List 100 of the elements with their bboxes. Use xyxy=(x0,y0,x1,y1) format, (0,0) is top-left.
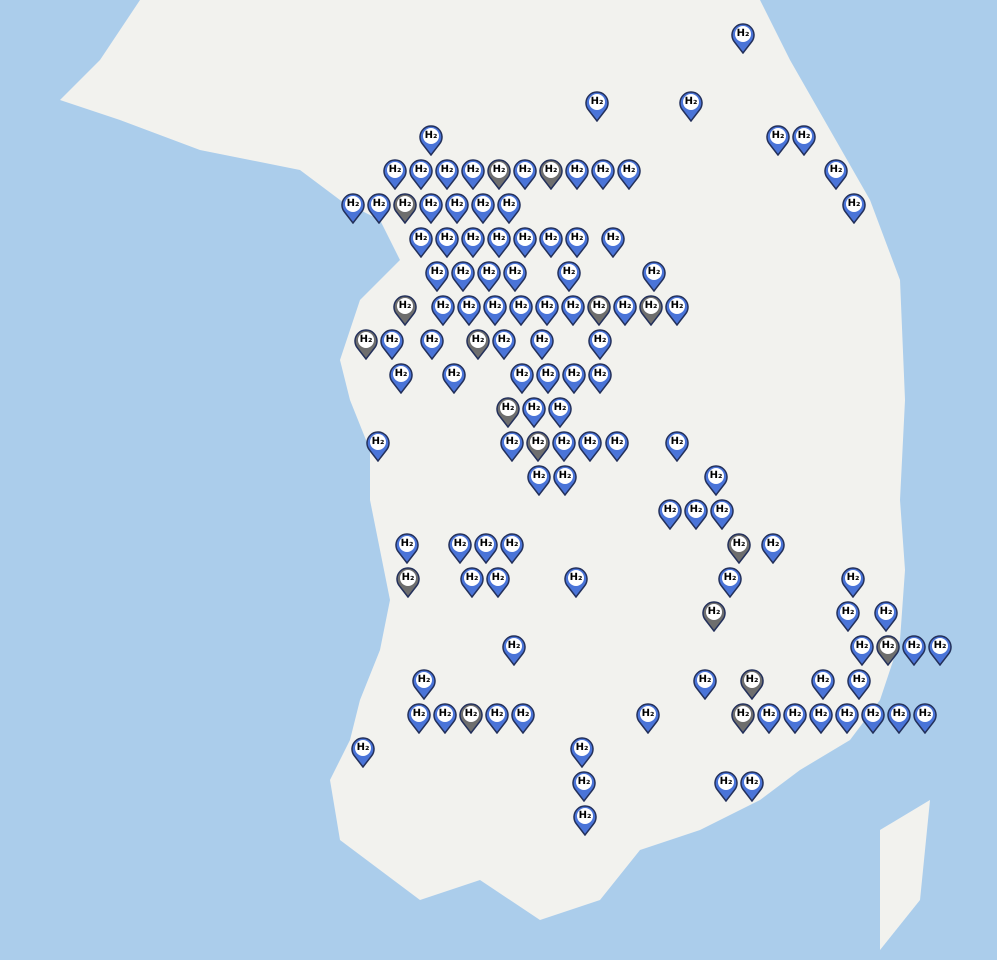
hydrogen-station-pin[interactable]: H₂ xyxy=(557,260,581,292)
hydrogen-station-pin[interactable]: H₂ xyxy=(710,498,734,530)
hydrogen-station-pin[interactable]: H₂ xyxy=(351,736,375,768)
hydrogen-station-pin[interactable]: H₂ xyxy=(636,702,660,734)
hydrogen-station-pin[interactable]: H₂ xyxy=(548,396,572,428)
hydrogen-station-pin[interactable]: H₂ xyxy=(412,668,436,700)
hydrogen-station-pin[interactable]: H₂ xyxy=(354,328,378,360)
hydrogen-station-pin[interactable]: H₂ xyxy=(396,566,420,598)
hydrogen-station-pin[interactable]: H₂ xyxy=(561,294,585,326)
hydrogen-station-pin[interactable]: H₂ xyxy=(578,430,602,462)
hydrogen-station-pin[interactable]: H₂ xyxy=(539,226,563,258)
hydrogen-station-pin[interactable]: H₂ xyxy=(761,532,785,564)
hydrogen-station-pin[interactable]: H₂ xyxy=(395,532,419,564)
hydrogen-station-pin[interactable]: H₂ xyxy=(861,702,885,734)
hydrogen-station-pin[interactable]: H₂ xyxy=(466,328,490,360)
hydrogen-station-pin[interactable]: H₂ xyxy=(718,566,742,598)
hydrogen-station-pin[interactable]: H₂ xyxy=(474,532,498,564)
hydrogen-station-pin[interactable]: H₂ xyxy=(409,158,433,190)
hydrogen-station-pin[interactable]: H₂ xyxy=(502,634,526,666)
hydrogen-station-pin[interactable]: H₂ xyxy=(460,566,484,598)
hydrogen-station-pin[interactable]: H₂ xyxy=(393,294,417,326)
hydrogen-station-pin[interactable]: H₂ xyxy=(419,192,443,224)
hydrogen-station-pin[interactable]: H₂ xyxy=(461,226,485,258)
hydrogen-station-pin[interactable]: H₂ xyxy=(847,668,871,700)
hydrogen-station-pin[interactable]: H₂ xyxy=(492,328,516,360)
hydrogen-station-pin[interactable]: H₂ xyxy=(835,702,859,734)
hydrogen-station-pin[interactable]: H₂ xyxy=(613,294,637,326)
hydrogen-station-pin[interactable]: H₂ xyxy=(783,702,807,734)
hydrogen-station-pin[interactable]: H₂ xyxy=(431,294,455,326)
hydrogen-station-pin[interactable]: H₂ xyxy=(605,430,629,462)
hydrogen-station-pin[interactable]: H₂ xyxy=(887,702,911,734)
hydrogen-station-pin[interactable]: H₂ xyxy=(693,668,717,700)
hydrogen-station-pin[interactable]: H₂ xyxy=(824,158,848,190)
hydrogen-station-pin[interactable]: H₂ xyxy=(809,702,833,734)
hydrogen-station-pin[interactable]: H₂ xyxy=(435,226,459,258)
hydrogen-station-pin[interactable]: H₂ xyxy=(564,566,588,598)
hydrogen-station-pin[interactable]: H₂ xyxy=(535,294,559,326)
hydrogen-station-pin[interactable]: H₂ xyxy=(497,192,521,224)
hydrogen-station-pin[interactable]: H₂ xyxy=(366,430,390,462)
hydrogen-station-pin[interactable]: H₂ xyxy=(642,260,666,292)
hydrogen-station-pin[interactable]: H₂ xyxy=(380,328,404,360)
hydrogen-station-pin[interactable]: H₂ xyxy=(588,328,612,360)
hydrogen-station-pin[interactable]: H₂ xyxy=(617,158,641,190)
hydrogen-station-pin[interactable]: H₂ xyxy=(553,464,577,496)
hydrogen-station-pin[interactable]: H₂ xyxy=(570,736,594,768)
hydrogen-station-pin[interactable]: H₂ xyxy=(565,158,589,190)
hydrogen-station-pin[interactable]: H₂ xyxy=(383,158,407,190)
hydrogen-station-pin[interactable]: H₂ xyxy=(471,192,495,224)
hydrogen-station-pin[interactable]: H₂ xyxy=(500,430,524,462)
hydrogen-station-pin[interactable]: H₂ xyxy=(792,124,816,156)
hydrogen-station-pin[interactable]: H₂ xyxy=(714,770,738,802)
hydrogen-station-pin[interactable]: H₂ xyxy=(457,294,481,326)
hydrogen-station-pin[interactable]: H₂ xyxy=(477,260,501,292)
hydrogen-station-pin[interactable]: H₂ xyxy=(530,328,554,360)
hydrogen-station-pin[interactable]: H₂ xyxy=(874,600,898,632)
hydrogen-station-pin[interactable]: H₂ xyxy=(757,702,781,734)
hydrogen-station-pin[interactable]: H₂ xyxy=(876,634,900,666)
hydrogen-station-pin[interactable]: H₂ xyxy=(442,362,466,394)
hydrogen-station-pin[interactable]: H₂ xyxy=(811,668,835,700)
hydrogen-station-pin[interactable]: H₂ xyxy=(513,158,537,190)
hydrogen-station-pin[interactable]: H₂ xyxy=(510,362,534,394)
hydrogen-station-pin[interactable]: H₂ xyxy=(435,158,459,190)
hydrogen-station-pin[interactable]: H₂ xyxy=(740,770,764,802)
hydrogen-station-pin[interactable]: H₂ xyxy=(341,192,365,224)
hydrogen-station-pin[interactable]: H₂ xyxy=(639,294,663,326)
hydrogen-station-pin[interactable]: H₂ xyxy=(684,498,708,530)
hydrogen-station-pin[interactable]: H₂ xyxy=(420,328,444,360)
hydrogen-station-pin[interactable]: H₂ xyxy=(665,430,689,462)
hydrogen-station-pin[interactable]: H₂ xyxy=(679,90,703,122)
hydrogen-station-pin[interactable]: H₂ xyxy=(850,634,874,666)
hydrogen-station-pin[interactable]: H₂ xyxy=(409,226,433,258)
hydrogen-station-pin[interactable]: H₂ xyxy=(562,362,586,394)
hydrogen-station-pin[interactable]: H₂ xyxy=(522,396,546,428)
hydrogen-station-pin[interactable]: H₂ xyxy=(658,498,682,530)
hydrogen-station-pin[interactable]: H₂ xyxy=(585,90,609,122)
hydrogen-station-pin[interactable]: H₂ xyxy=(526,430,550,462)
hydrogen-station-pin[interactable]: H₂ xyxy=(407,702,431,734)
hydrogen-station-pin[interactable]: H₂ xyxy=(419,124,443,156)
hydrogen-station-pin[interactable]: H₂ xyxy=(731,702,755,734)
hydrogen-station-pin[interactable]: H₂ xyxy=(572,770,596,802)
hydrogen-station-pin[interactable]: H₂ xyxy=(500,532,524,564)
hydrogen-station-pin[interactable]: H₂ xyxy=(445,192,469,224)
hydrogen-station-pin[interactable]: H₂ xyxy=(740,668,764,700)
hydrogen-station-pin[interactable]: H₂ xyxy=(702,600,726,632)
hydrogen-station-pin[interactable]: H₂ xyxy=(487,226,511,258)
hydrogen-station-pin[interactable]: H₂ xyxy=(393,192,417,224)
hydrogen-station-pin[interactable]: H₂ xyxy=(727,532,751,564)
hydrogen-station-pin[interactable]: H₂ xyxy=(536,362,560,394)
hydrogen-station-pin[interactable]: H₂ xyxy=(539,158,563,190)
hydrogen-station-pin[interactable]: H₂ xyxy=(588,362,612,394)
hydrogen-station-pin[interactable]: H₂ xyxy=(527,464,551,496)
hydrogen-station-pin[interactable]: H₂ xyxy=(841,566,865,598)
hydrogen-station-pin[interactable]: H₂ xyxy=(451,260,475,292)
hydrogen-station-pin[interactable]: H₂ xyxy=(433,702,457,734)
hydrogen-station-pin[interactable]: H₂ xyxy=(573,804,597,836)
hydrogen-station-pin[interactable]: H₂ xyxy=(842,192,866,224)
hydrogen-station-pin[interactable]: H₂ xyxy=(486,566,510,598)
hydrogen-station-pin[interactable]: H₂ xyxy=(483,294,507,326)
hydrogen-station-pin[interactable]: H₂ xyxy=(928,634,952,666)
hydrogen-station-pin[interactable]: H₂ xyxy=(511,702,535,734)
